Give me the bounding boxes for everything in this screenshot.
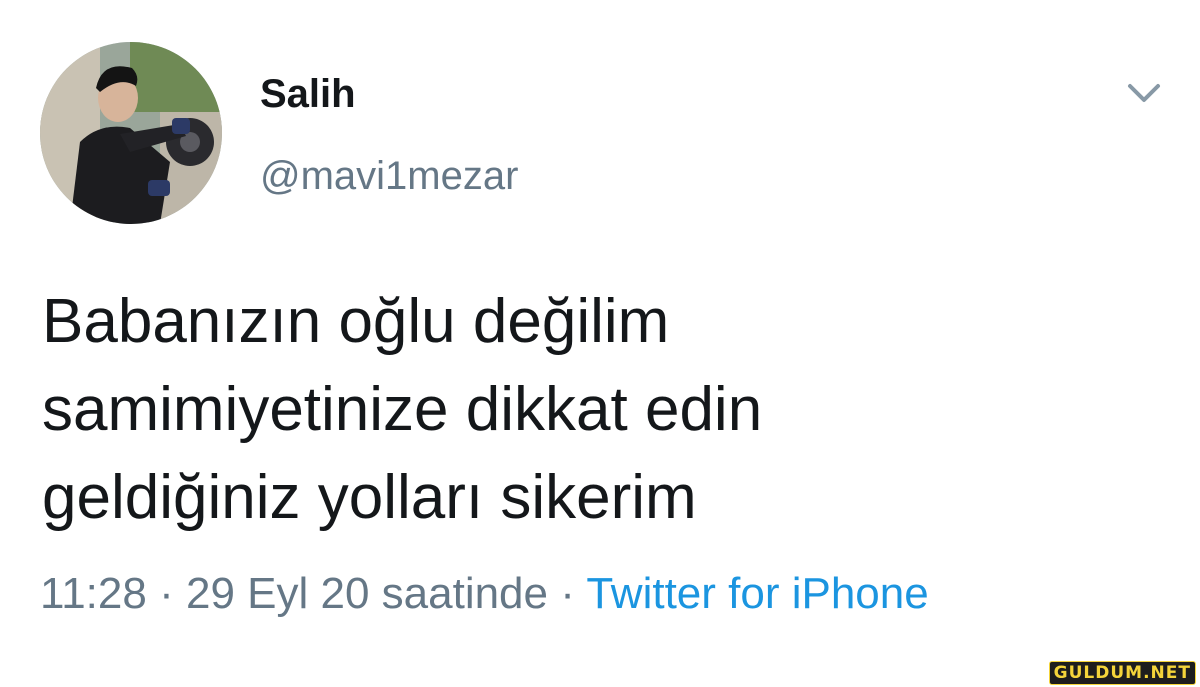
tweet-meta: 11:28 · 29 Eyl 20 saatinde · Twitter for…: [40, 568, 929, 620]
display-name[interactable]: Salih: [260, 70, 356, 118]
meta-separator: ·: [159, 569, 174, 618]
tweet-time[interactable]: 11:28: [40, 569, 147, 618]
watermark: GULDUM.NET: [1048, 661, 1196, 685]
meta-separator: ·: [560, 569, 575, 618]
tweet-date[interactable]: 29 Eyl 20 saatinde: [186, 569, 548, 618]
chevron-down-icon[interactable]: [1124, 78, 1164, 106]
tweet-line: Babanızın oğlu değilim: [42, 287, 670, 356]
tweet-line: geldiğiniz yolları sikerim: [42, 463, 697, 532]
tweet-line: samimiyetinize dikkat edin: [42, 375, 763, 444]
avatar-photo: [40, 42, 222, 224]
user-handle[interactable]: @mavi1mezar: [260, 152, 518, 200]
tweet-card: Salih @mavi1mezar Babanızın oğlu değilim…: [0, 0, 1200, 687]
avatar[interactable]: [40, 42, 222, 224]
tweet-source-link[interactable]: Twitter for iPhone: [586, 569, 928, 618]
tweet-text: Babanızın oğlu değilim samimiyetinize di…: [42, 278, 1142, 542]
